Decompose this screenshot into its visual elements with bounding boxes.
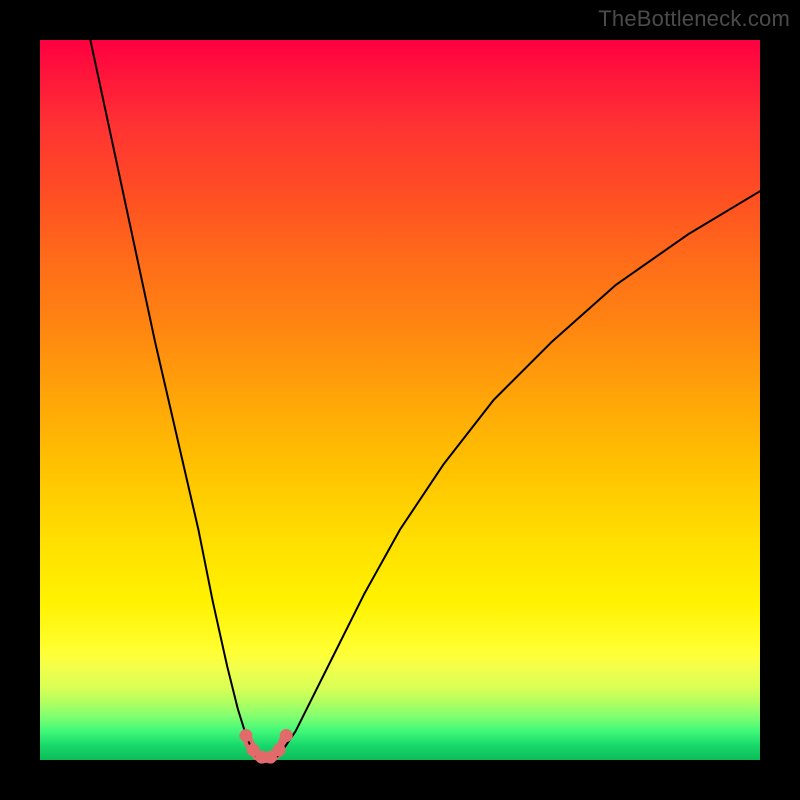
trough-marker <box>239 729 252 742</box>
chart-frame: TheBottleneck.com <box>0 0 800 800</box>
plot-area <box>40 40 760 760</box>
series-right-branch <box>278 191 760 756</box>
series-left-branch <box>90 40 256 756</box>
trough-marker <box>273 743 286 756</box>
trough-marker <box>280 729 293 742</box>
watermark-text: TheBottleneck.com <box>598 6 790 32</box>
chart-svg <box>40 40 760 760</box>
